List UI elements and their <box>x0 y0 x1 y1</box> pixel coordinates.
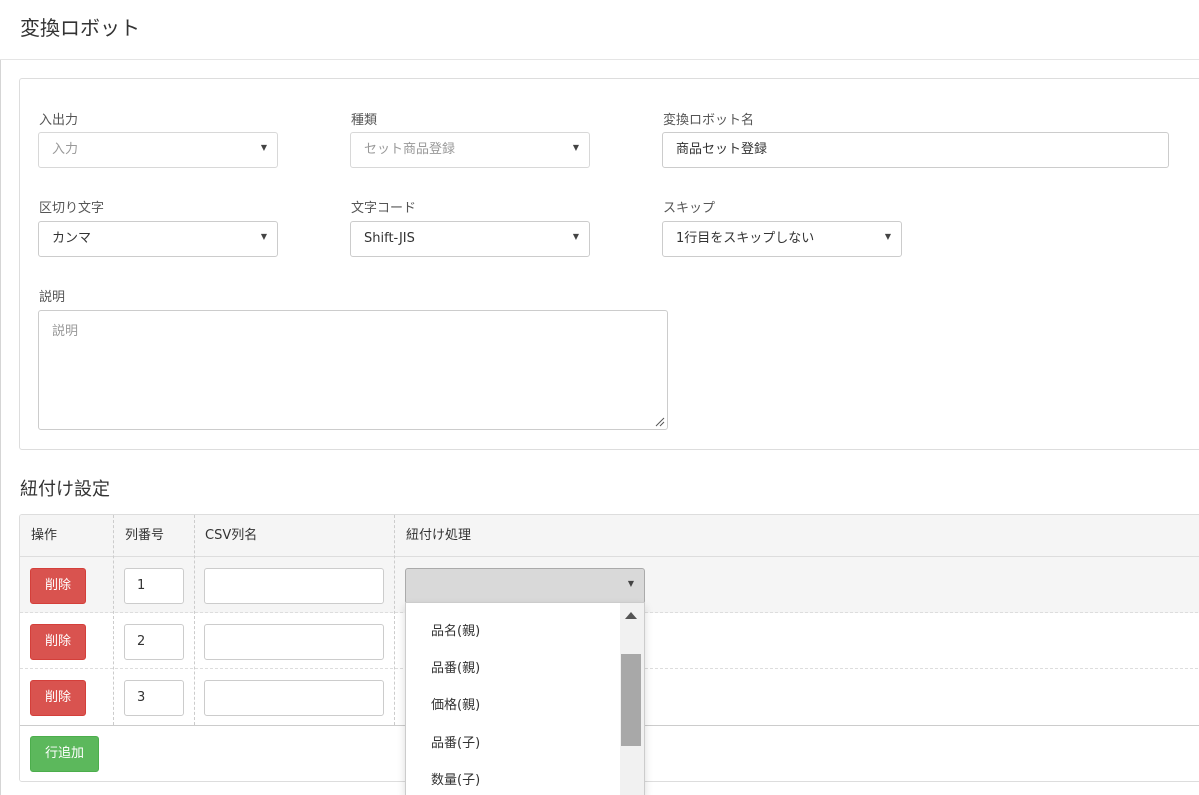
delete-button[interactable]: 削除 <box>30 680 86 716</box>
mapping-select[interactable]: ▼ <box>405 568 645 604</box>
robot-name-input[interactable]: 商品セット登録 <box>662 132 1169 168</box>
csv-name-input[interactable] <box>204 568 384 604</box>
add-row-button[interactable]: 行追加 <box>30 736 99 772</box>
io-select[interactable]: 入力 ▼ <box>38 132 278 168</box>
description-label: 説明 <box>39 290 66 305</box>
description-placeholder: 説明 <box>52 324 79 339</box>
dropdown-option[interactable]: 品番(親) <box>431 657 480 676</box>
left-border <box>0 60 1 795</box>
kind-label: 種類 <box>351 113 378 128</box>
kind-value: セット商品登録 <box>364 142 456 157</box>
chevron-down-icon: ▼ <box>260 143 267 152</box>
column-number-input[interactable]: 3 <box>124 680 184 716</box>
io-label: 入出力 <box>39 113 79 128</box>
mapping-dropdown-list: 品名(親) 品番(親) 価格(親) 品番(子) 数量(子) <box>405 602 645 795</box>
delimiter-select[interactable]: カンマ ▼ <box>38 221 278 257</box>
settings-panel: 入出力 入力 ▼ 種類 セット商品登録 ▼ 変換ロボット名 商品セット登録 区切… <box>19 78 1199 450</box>
kind-select[interactable]: セット商品登録 ▼ <box>350 132 590 168</box>
chevron-down-icon: ▼ <box>884 232 891 241</box>
delete-button[interactable]: 削除 <box>30 624 86 660</box>
column-header-mapping: 紐付け処理 <box>406 528 472 543</box>
description-textarea[interactable]: 説明 <box>38 310 668 430</box>
column-divider <box>194 515 195 725</box>
column-number-input[interactable]: 1 <box>124 568 184 604</box>
chevron-down-icon: ▼ <box>627 579 634 588</box>
column-header-csv-name: CSV列名 <box>205 528 258 543</box>
skip-select[interactable]: 1行目をスキップしない ▼ <box>662 221 902 257</box>
column-number-input[interactable]: 2 <box>124 624 184 660</box>
column-header-action: 操作 <box>31 528 58 543</box>
charset-value: Shift-JIS <box>364 231 415 246</box>
charset-label: 文字コード <box>351 201 417 216</box>
csv-name-input[interactable] <box>204 680 384 716</box>
resize-handle-icon[interactable] <box>655 417 665 427</box>
dropdown-scrollbar[interactable] <box>620 603 644 795</box>
chevron-down-icon: ▼ <box>260 232 267 241</box>
dropdown-option[interactable]: 価格(親) <box>431 694 480 713</box>
delete-button[interactable]: 削除 <box>30 568 86 604</box>
skip-label: スキップ <box>663 201 716 216</box>
scrollbar-thumb[interactable] <box>621 654 641 746</box>
table-header: 操作 列番号 CSV列名 紐付け処理 <box>20 515 1199 557</box>
io-value: 入力 <box>52 142 79 157</box>
charset-select[interactable]: Shift-JIS ▼ <box>350 221 590 257</box>
column-divider <box>394 515 395 725</box>
scroll-up-arrow-icon[interactable] <box>625 612 637 619</box>
mapping-section-title: 紐付け設定 <box>20 479 110 500</box>
chevron-down-icon: ▼ <box>572 232 579 241</box>
chevron-down-icon: ▼ <box>572 143 579 152</box>
column-header-number: 列番号 <box>125 528 165 543</box>
robot-name-label: 変換ロボット名 <box>663 113 755 128</box>
dropdown-option[interactable]: 品番(子) <box>431 732 480 751</box>
dropdown-option[interactable]: 数量(子) <box>431 769 480 788</box>
dropdown-option[interactable]: 品名(親) <box>431 620 480 639</box>
delimiter-label: 区切り文字 <box>39 201 105 216</box>
column-divider <box>113 515 114 725</box>
page-title: 変換ロボット <box>20 16 140 40</box>
delimiter-value: カンマ <box>52 231 92 246</box>
csv-name-input[interactable] <box>204 624 384 660</box>
page-header: 変換ロボット <box>0 0 1199 60</box>
skip-value: 1行目をスキップしない <box>676 231 815 246</box>
